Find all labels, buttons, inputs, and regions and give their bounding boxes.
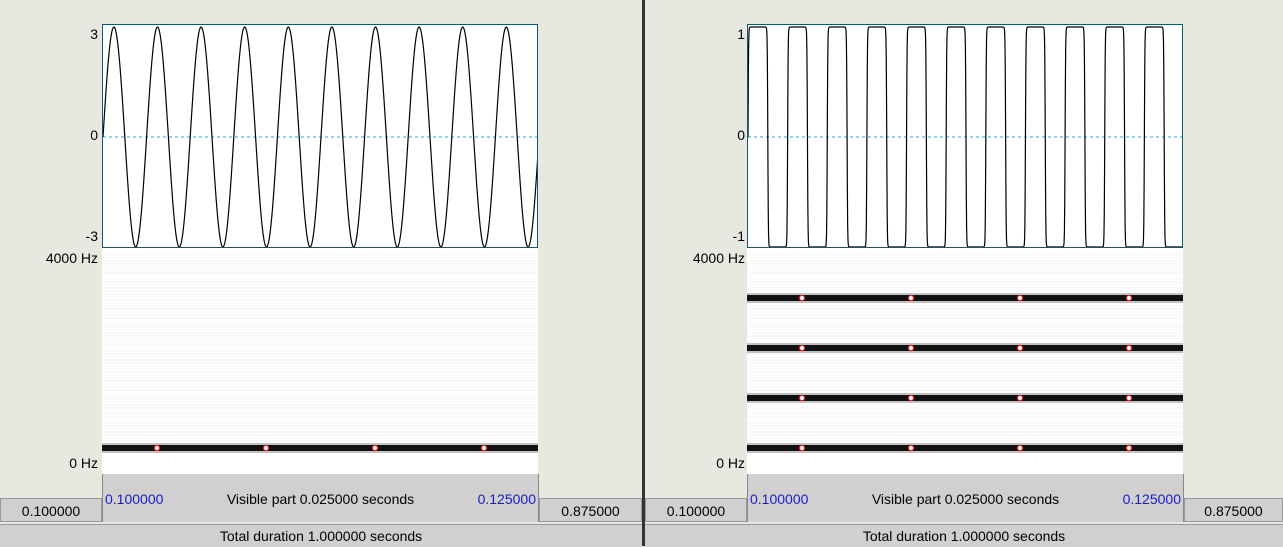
outer-right-time[interactable]: 0.875000	[1184, 498, 1283, 522]
freq-bottom-label: 0 Hz	[716, 455, 745, 471]
waveform-trace	[103, 26, 537, 247]
visible-window-bar[interactable]: 0.100000 Visible part 0.025000 seconds 0…	[102, 474, 539, 522]
waveform-panel[interactable]	[747, 24, 1183, 248]
total-duration-bar[interactable]: Total duration 1.000000 seconds	[0, 524, 642, 547]
visible-part-label: Visible part 0.025000 seconds	[226, 491, 415, 507]
spectrogram-plot	[102, 251, 538, 453]
freq-bottom-label: 0 Hz	[69, 455, 98, 471]
formant-point	[1016, 344, 1024, 352]
sound-editor-right: 1 0 -1 4000 Hz 0 Hz 0.100000 Visible par…	[645, 0, 1283, 547]
waveform-plot	[103, 26, 537, 247]
window-end-time: 0.125000	[1122, 491, 1181, 507]
freq-top-label: 4000 Hz	[45, 250, 98, 266]
spectral-band-core	[747, 295, 1183, 301]
spectrogram-panel[interactable]	[747, 248, 1183, 474]
formant-point	[1125, 344, 1133, 352]
visible-part-label: Visible part 0.025000 seconds	[871, 491, 1060, 507]
waveform-panel[interactable]	[102, 24, 538, 248]
formant-point	[907, 394, 915, 402]
y-axis-top-label: 1	[737, 26, 745, 42]
visible-window-bar[interactable]: 0.100000 Visible part 0.025000 seconds 0…	[747, 474, 1184, 522]
window-end-time: 0.125000	[477, 491, 536, 507]
formant-point	[798, 394, 806, 402]
y-axis-bottom-label: -1	[732, 228, 745, 244]
waveform-plot	[748, 26, 1182, 247]
outer-left-time[interactable]: 0.100000	[0, 498, 102, 522]
formant-point	[371, 444, 379, 452]
formant-point	[798, 444, 806, 452]
spectral-band-core	[747, 395, 1183, 401]
formant-point	[907, 444, 915, 452]
y-axis-zero-label: 0	[737, 127, 745, 143]
spectral-band-core	[747, 345, 1183, 351]
formant-point	[1125, 444, 1133, 452]
spectral-band-core	[102, 445, 538, 451]
spectrogram-panel[interactable]	[102, 248, 538, 474]
y-axis-top-label: 3	[90, 26, 98, 42]
formant-point	[1016, 394, 1024, 402]
y-axis-bottom-label: -3	[85, 228, 98, 244]
formant-point	[907, 294, 915, 302]
outer-left-time[interactable]: 0.100000	[645, 498, 747, 522]
spectrogram-plot	[747, 251, 1183, 453]
outer-right-time[interactable]: 0.875000	[539, 498, 642, 522]
spectral-band-core	[747, 445, 1183, 451]
y-axis-zero-label: 0	[90, 127, 98, 143]
formant-point	[798, 344, 806, 352]
formant-point	[1016, 444, 1024, 452]
formant-point	[798, 294, 806, 302]
formant-point	[1125, 294, 1133, 302]
formant-point	[907, 344, 915, 352]
waveform-trace	[748, 26, 1182, 247]
total-duration-bar[interactable]: Total duration 1.000000 seconds	[645, 524, 1283, 547]
formant-point	[262, 444, 270, 452]
formant-point	[480, 444, 488, 452]
sound-editor-left: 3 0 -3 4000 Hz 0 Hz 0.100000 Visible par…	[0, 0, 642, 547]
formant-point	[1125, 394, 1133, 402]
freq-top-label: 4000 Hz	[692, 250, 745, 266]
formant-point	[1016, 294, 1024, 302]
formant-point	[153, 444, 161, 452]
